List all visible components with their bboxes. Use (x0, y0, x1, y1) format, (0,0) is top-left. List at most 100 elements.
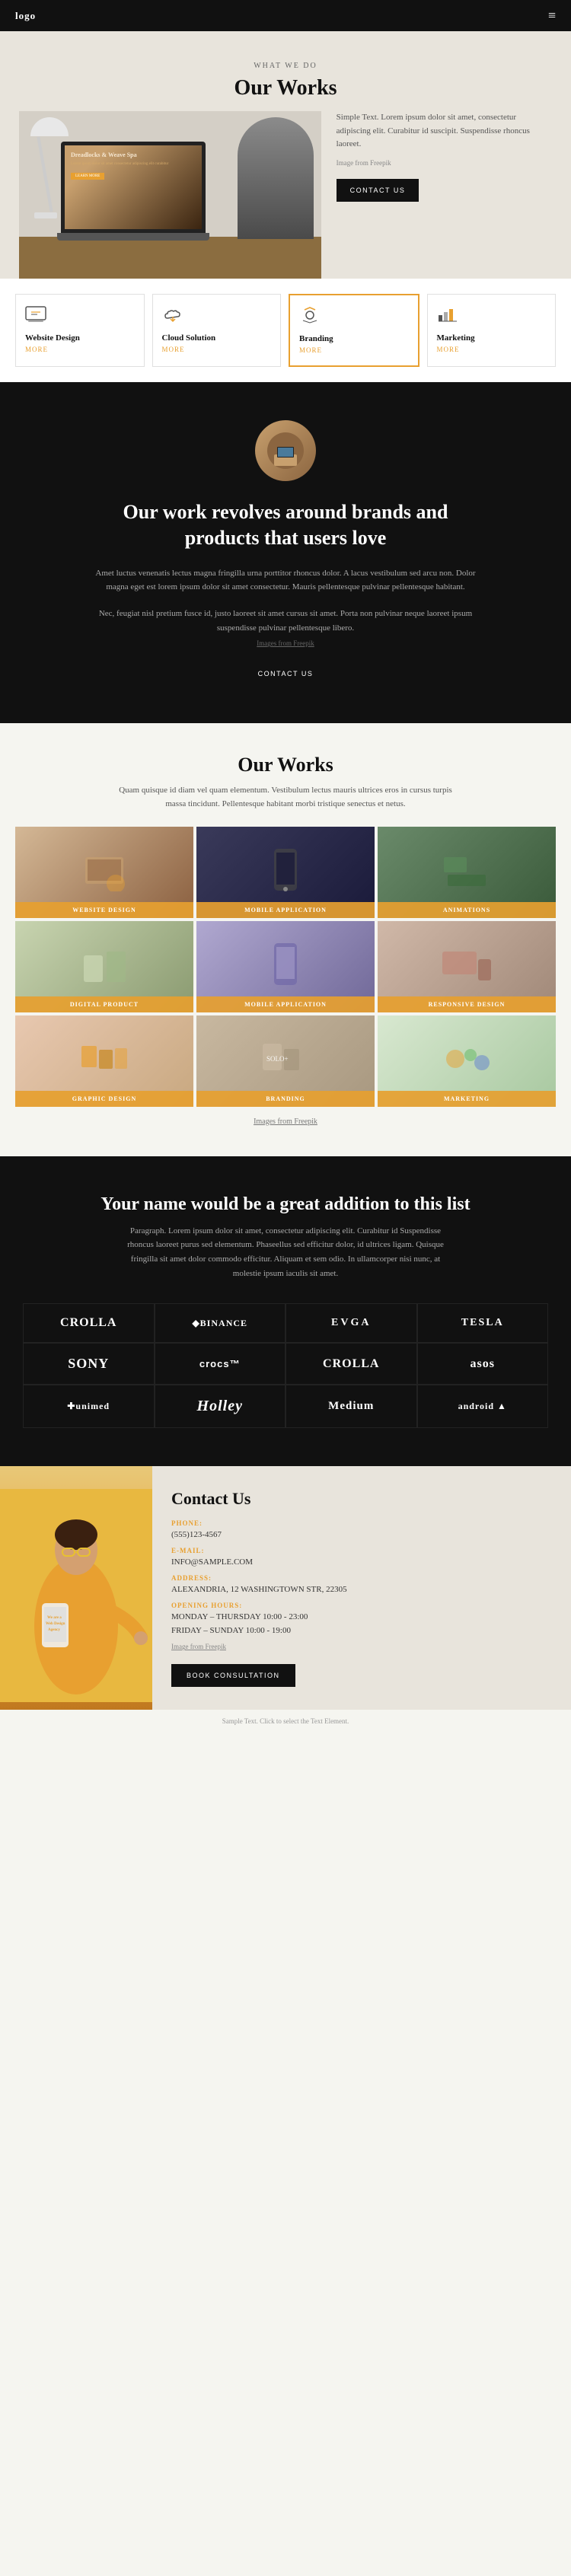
clients-description: Paragraph. Lorem ipsum dolor sit amet, c… (118, 1224, 453, 1281)
cloud-title: Cloud Solution (162, 333, 272, 343)
portfolio-item-mobile2[interactable]: MOBILE APPLICATION (196, 921, 375, 1012)
portfolio-item-mobile1[interactable]: MOBILE APPLICATION (196, 827, 375, 918)
hamburger-icon[interactable]: ≡ (548, 8, 556, 24)
portfolio-image-credit: Images from Freepik (15, 1117, 556, 1126)
logo-text-android: android ▲ (458, 1401, 507, 1412)
website-title: Website Design (25, 333, 135, 343)
logo-tesla: TESLA (417, 1303, 549, 1343)
address-label: ADDRESS: (171, 1574, 552, 1582)
logo-evga: EVGA (286, 1303, 417, 1343)
person-background: We are a Web Design Agency (0, 1466, 152, 1710)
portfolio-header: Our Works Quam quisque id diam vel quam … (15, 754, 556, 811)
portfolio-item-branding[interactable]: SOLO+ BRANDING (196, 1015, 375, 1107)
branding-icon (299, 307, 409, 328)
contact-title: Contact Us (171, 1489, 552, 1509)
portfolio-label-8: BRANDING (196, 1091, 375, 1107)
cloud-icon (162, 306, 272, 327)
brand-description2: Nec, feugiat nisl pretium fusce id, just… (88, 607, 483, 635)
portfolio-item-responsive[interactable]: RESPONSIVE DESIGN (378, 921, 556, 1012)
hero-desk-scene: Dreadlocks & Weave Spa Lorem ipsum dolor… (19, 111, 321, 279)
logo-text-crolla2: CROLLA (323, 1357, 379, 1371)
what-we-do-label: WHAT WE DO (254, 62, 317, 70)
portfolio-label-3: ANIMATIONS (378, 902, 556, 918)
brand-circle-image (255, 420, 316, 481)
navbar: logo ≡ (0, 0, 571, 31)
logo-text-evga: EVGA (331, 1317, 371, 1329)
website-more[interactable]: MORE (25, 346, 135, 353)
logo-text-crocs: crocs™ (199, 1358, 241, 1369)
cloud-more[interactable]: MORE (162, 346, 272, 353)
logo-unimed: ✚unimed (23, 1385, 155, 1428)
brand-title: Our work revolves around brands and prod… (95, 499, 476, 551)
portfolio-label-4: DIGITAL PRODUCT (15, 996, 193, 1012)
logo-asos: asos (417, 1343, 549, 1385)
desk-laptop: Dreadlocks & Weave Spa Lorem ipsum dolor… (57, 142, 209, 241)
brand-contact-button[interactable]: CONTACT US (244, 662, 327, 685)
brand-section: Our work revolves around brands and prod… (0, 382, 571, 723)
hours-label: OPENING HOURS: (171, 1602, 552, 1609)
brand-image-credit: Images from Freepik (257, 639, 314, 647)
contact-us-button[interactable]: CONTACT US (337, 179, 419, 202)
portfolio-item-animations[interactable]: ANIMATIONS (378, 827, 556, 918)
portfolio-section: Our Works Quam quisque id diam vel quam … (0, 723, 571, 1156)
logo-crolla2: CROLLA (286, 1343, 417, 1385)
contact-address-row: ADDRESS: ALEXANDRIA, 12 WASHINGTOWN STR,… (171, 1574, 552, 1596)
service-card-branding[interactable]: Branding MORE (289, 294, 419, 367)
contact-info: Contact Us PHONE: (555)123-4567 E-MAIL: … (152, 1466, 571, 1710)
hours-mon-thu: MONDAY – THURSDAY 10:00 - 23:00 (171, 1612, 308, 1621)
logo-text-binance: ◆BINANCE (192, 1318, 247, 1329)
desk-surface (19, 237, 321, 279)
marketing-more[interactable]: MORE (437, 346, 547, 353)
logo-text-asos: asos (471, 1357, 495, 1371)
book-consultation-button[interactable]: BOOK CONSULTATION (171, 1664, 295, 1687)
service-cards: Website Design MORE Cloud Solution MORE … (0, 279, 571, 382)
portfolio-grid: WEBSITE DESIGN MOBILE APPLICATION ANIMAT… (15, 827, 556, 1107)
address-value: ALEXANDRIA, 12 WASHINGTOWN STR, 22305 (171, 1585, 347, 1594)
portfolio-description: Quam quisque id diam vel quam elementum.… (110, 784, 461, 811)
brand-description: Amet luctus venenatis lectus magna fring… (88, 566, 483, 595)
person-silhouette (238, 117, 314, 239)
logo: logo (15, 10, 36, 22)
clients-title: Your name would be a great addition to t… (23, 1194, 548, 1215)
contact-email-row: E-MAIL: INFO@SAMPLE.COM (171, 1547, 552, 1568)
portfolio-label-9: MARKETING (378, 1091, 556, 1107)
hours-fri-sun: FRIDAY – SUNDAY 10:00 - 19:00 (171, 1626, 291, 1635)
logo-text-unimed: ✚unimed (67, 1401, 110, 1412)
portfolio-label-2: MOBILE APPLICATION (196, 902, 375, 918)
email-value: INFO@SAMPLE.COM (171, 1557, 253, 1567)
logo-text-sony: SONY (68, 1356, 109, 1372)
portfolio-item-graphic[interactable]: GRAPHIC DESIGN (15, 1015, 193, 1107)
website-icon (25, 306, 135, 327)
contact-section: We are a Web Design Agency Contact Us PH… (0, 1466, 571, 1710)
portfolio-item-marketing[interactable]: MARKETING (378, 1015, 556, 1107)
logo-text-holley: Holley (197, 1398, 243, 1415)
portfolio-title: Our Works (15, 754, 556, 776)
service-card-cloud[interactable]: Cloud Solution MORE (152, 294, 282, 367)
branding-title: Branding (299, 334, 409, 343)
service-card-website[interactable]: Website Design MORE (15, 294, 145, 367)
svg-text:Web Design: Web Design (46, 1622, 65, 1626)
portfolio-item-digital[interactable]: DIGITAL PRODUCT (15, 921, 193, 1012)
contact-hours-row: OPENING HOURS: MONDAY – THURSDAY 10:00 -… (171, 1602, 552, 1637)
phone-label: PHONE: (171, 1519, 552, 1527)
clients-section: Your name would be a great addition to t… (0, 1156, 571, 1467)
hero-section: WHAT WE DO Our Works Dreadlocks & Weave … (0, 31, 571, 279)
logo-text-tesla: TESLA (461, 1317, 504, 1329)
laptop-sub: Lorem ipsum dolor sit amet consectetur a… (71, 161, 196, 167)
portfolio-label-1: WEBSITE DESIGN (15, 902, 193, 918)
service-card-marketing[interactable]: Marketing MORE (427, 294, 557, 367)
portfolio-item-website[interactable]: WEBSITE DESIGN (15, 827, 193, 918)
logo-holley: Holley (155, 1385, 286, 1428)
hero-description: Simple Text. Lorem ipsum dolor sit amet,… (337, 111, 552, 151)
portfolio-label-5: MOBILE APPLICATION (196, 996, 375, 1012)
logo-medium: Medium (286, 1385, 417, 1428)
portfolio-label-7: GRAPHIC DESIGN (15, 1091, 193, 1107)
branding-more[interactable]: MORE (299, 346, 409, 354)
laptop-title: Dreadlocks & Weave Spa (71, 151, 196, 159)
hero-text: Simple Text. Lorem ipsum dolor sit amet,… (321, 111, 552, 217)
logo-crocs: crocs™ (155, 1343, 286, 1385)
svg-text:We are a: We are a (47, 1616, 62, 1620)
email-label: E-MAIL: (171, 1547, 552, 1554)
contact-phone-row: PHONE: (555)123-4567 (171, 1519, 552, 1541)
phone-value: (555)123-4567 (171, 1530, 222, 1539)
